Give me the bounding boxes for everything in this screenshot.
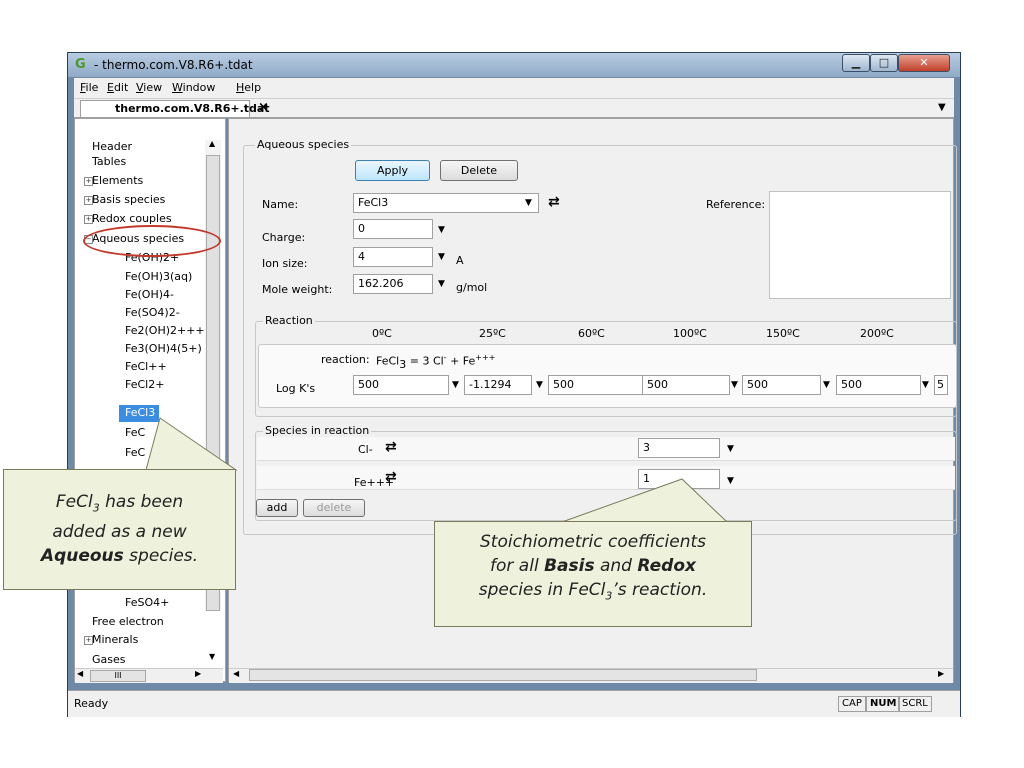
- left-callout-p4: species.: [123, 546, 199, 567]
- callout-pointers: [145, 417, 729, 523]
- left-callout-bold: Aqueous: [40, 546, 124, 567]
- left-callout-p1: FeCl: [55, 492, 93, 512]
- right-callout: Stoichiometric coefficients for all Basi…: [434, 521, 752, 627]
- left-callout: FeCl3 has been added as a new Aqueous sp…: [3, 469, 236, 590]
- right-callout-pointer: [561, 478, 729, 523]
- right-callout-b1: Basis: [544, 556, 595, 576]
- left-callout-pointer: [145, 417, 238, 471]
- left-callout-sub: 3: [92, 501, 100, 515]
- right-callout-p3: and: [594, 556, 638, 576]
- right-callout-p1: Stoichiometric coefficients: [480, 532, 706, 552]
- right-callout-p5: ’s reaction.: [612, 580, 708, 600]
- left-callout-p3: added as a new: [52, 522, 187, 543]
- right-callout-p2: for all: [490, 556, 545, 576]
- right-callout-p4: species in FeCl: [478, 580, 606, 600]
- right-callout-b2: Redox: [637, 556, 696, 576]
- left-callout-p2: has been: [99, 492, 184, 512]
